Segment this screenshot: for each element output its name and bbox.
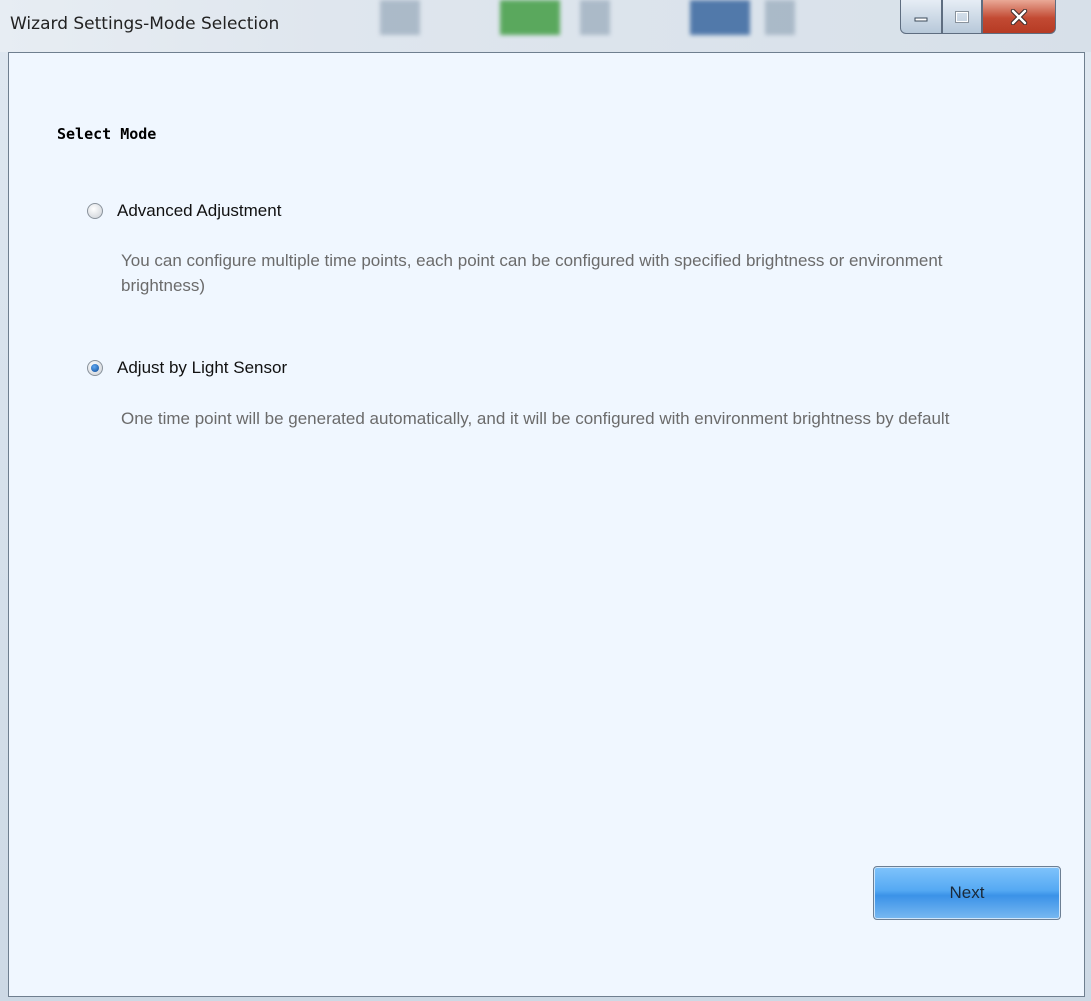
- radio-label: Adjust by Light Sensor: [117, 358, 288, 377]
- window-controls: [900, 0, 1091, 37]
- title-bar: Wizard Settings-Mode Selection: [0, 0, 1091, 52]
- radio-button[interactable]: [87, 360, 103, 376]
- option-description: One time point will be generated automat…: [121, 409, 950, 428]
- radio-button[interactable]: [87, 203, 103, 219]
- background-blur: [690, 0, 750, 35]
- window-title: Wizard Settings-Mode Selection: [10, 14, 280, 34]
- radio-label: Advanced Adjustment: [117, 201, 282, 220]
- next-button[interactable]: Next: [873, 866, 1061, 920]
- maximize-icon: [955, 10, 969, 23]
- radio-adjust-by-light-sensor[interactable]: Adjust by Light Sensor: [87, 358, 287, 378]
- radio-advanced-adjustment[interactable]: Advanced Adjustment: [87, 201, 281, 221]
- minimize-icon: [914, 17, 928, 21]
- option-description: You can configure multiple time points, …: [121, 251, 943, 295]
- close-button[interactable]: [982, 0, 1056, 34]
- wizard-window: Wizard Settings-Mode Selection Select Mo…: [0, 0, 1091, 1001]
- background-blur: [380, 0, 420, 35]
- background-blur: [580, 0, 610, 35]
- background-blur: [500, 0, 560, 35]
- maximize-button[interactable]: [942, 0, 982, 34]
- background-blur: [765, 0, 795, 35]
- section-heading: Select Mode: [57, 125, 157, 143]
- minimize-button[interactable]: [900, 0, 942, 34]
- content-panel: Select Mode Advanced Adjustment You can …: [8, 52, 1085, 997]
- close-icon: [1010, 8, 1028, 25]
